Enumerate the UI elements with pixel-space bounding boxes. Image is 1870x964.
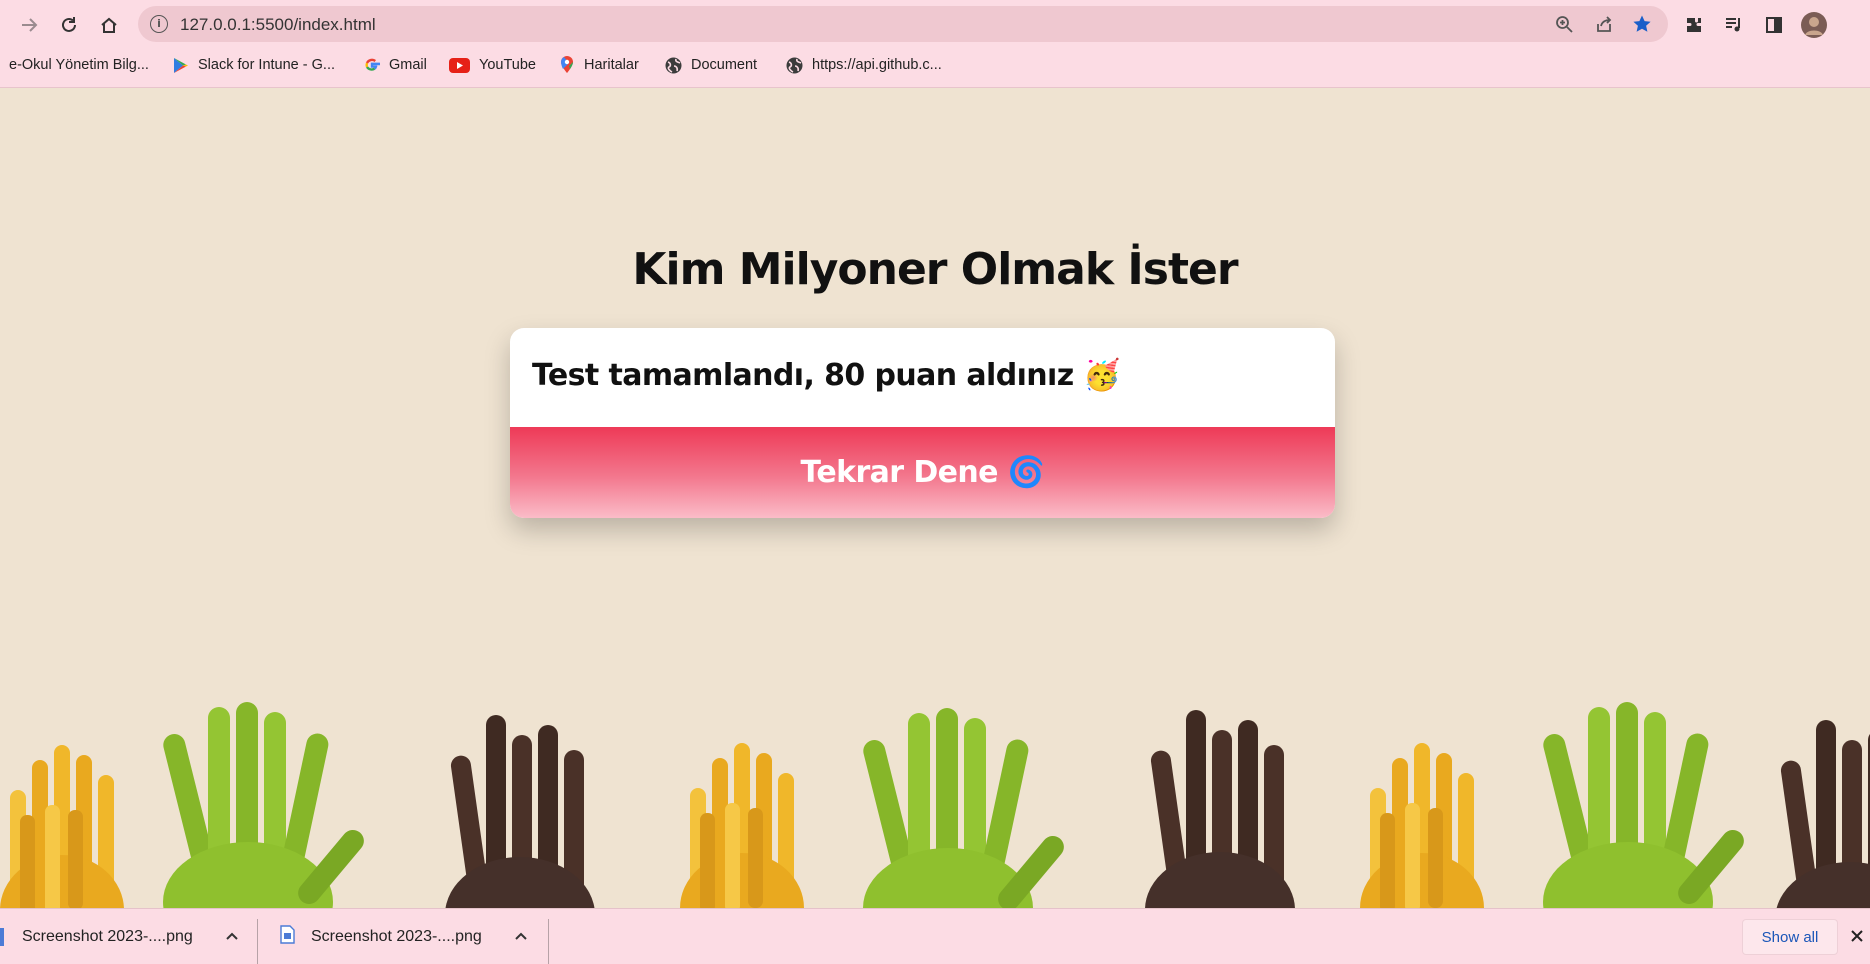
download-divider (548, 919, 549, 964)
bookmark-star-icon[interactable] (1632, 14, 1652, 34)
close-icon[interactable] (1850, 929, 1864, 948)
download-filename: Screenshot 2023-....png (311, 928, 482, 945)
maps-icon (558, 56, 575, 74)
download-filename: Screenshot 2023-....png (22, 928, 193, 945)
show-all-downloads-button[interactable]: Show all (1742, 919, 1838, 955)
retry-button-label: Tekrar Dene 🌀 (800, 455, 1045, 490)
chevron-up-icon[interactable] (225, 928, 239, 946)
bookmark-gmail[interactable]: Gmail (363, 50, 427, 80)
share-icon[interactable] (1594, 14, 1614, 34)
globe-icon (786, 57, 803, 74)
extensions-icon[interactable] (1681, 12, 1707, 38)
home-icon[interactable] (96, 12, 122, 38)
chevron-up-icon[interactable] (514, 928, 528, 946)
bookmark-label: e-Okul Yönetim Bilg... (9, 57, 149, 73)
image-file-icon (280, 925, 295, 949)
download-bar: Screenshot 2023-....png Screenshot 2023-… (0, 908, 1870, 964)
raised-hands-illustration (0, 702, 1870, 908)
bookmark-label: Document (691, 57, 758, 73)
side-panel-icon[interactable] (1761, 12, 1787, 38)
zoom-icon[interactable] (1554, 14, 1574, 34)
bookmark-document[interactable]: Document (665, 50, 757, 80)
bookmark-api-github[interactable]: https://api.github.c... (786, 50, 942, 80)
download-divider (257, 919, 258, 964)
google-play-icon (172, 57, 189, 74)
forward-icon[interactable] (16, 12, 42, 38)
url-text[interactable]: 127.0.0.1:5500/index.html (180, 15, 376, 35)
youtube-icon (449, 57, 470, 74)
profile-avatar[interactable] (1801, 12, 1827, 38)
bookmark-label: https://api.github.c... (812, 57, 942, 73)
image-file-icon (0, 928, 4, 946)
browser-toolbar: i 127.0.0.1:5500/index.html (0, 0, 1870, 50)
result-card: Test tamamlandı, 80 puan aldınız 🥳 Tekra… (510, 328, 1335, 518)
page-title: Kim Milyoner Olmak İster (632, 244, 1238, 295)
result-message: Test tamamlandı, 80 puan aldınız 🥳 (532, 358, 1121, 393)
bookmark-label: YouTube (479, 57, 536, 73)
bookmark-label: Haritalar (584, 57, 639, 73)
media-control-icon[interactable] (1721, 12, 1747, 38)
site-info-icon[interactable]: i (150, 15, 168, 33)
address-bar[interactable]: i 127.0.0.1:5500/index.html (138, 6, 1668, 42)
retry-button[interactable]: Tekrar Dene 🌀 (510, 427, 1335, 518)
bookmark-haritalar[interactable]: Haritalar (558, 50, 639, 80)
download-item[interactable]: Screenshot 2023-....png (0, 909, 239, 964)
bookmark-youtube[interactable]: YouTube (449, 50, 536, 80)
google-icon (363, 57, 380, 74)
globe-icon (665, 57, 682, 74)
bookmarks-bar: e-Okul Yönetim Bilg... Slack for Intune … (0, 50, 1870, 88)
bookmark-slack-intune[interactable]: Slack for Intune - G... (172, 50, 335, 80)
bookmark-label: Gmail (389, 57, 427, 73)
reload-icon[interactable] (56, 12, 82, 38)
download-item[interactable]: Screenshot 2023-....png (280, 909, 528, 964)
bookmark-e-okul[interactable]: e-Okul Yönetim Bilg... (9, 50, 149, 80)
bookmark-label: Slack for Intune - G... (198, 57, 335, 73)
